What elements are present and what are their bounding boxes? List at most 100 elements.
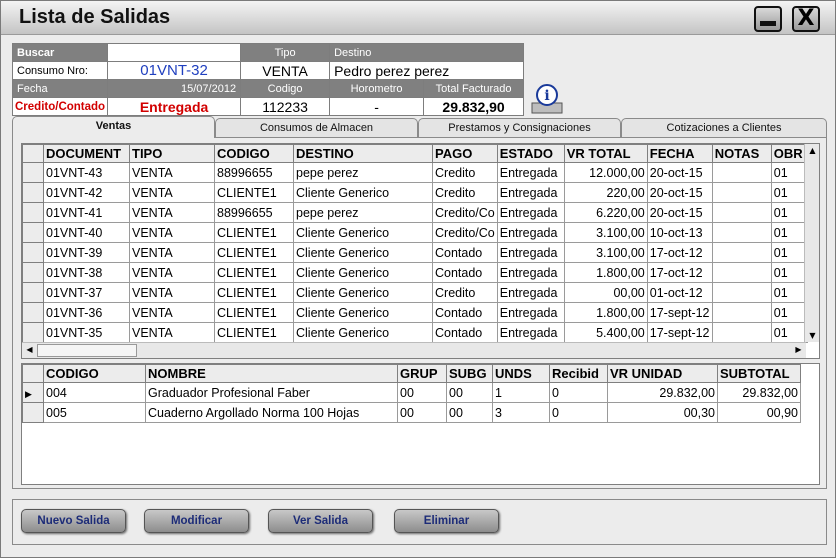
row-selector[interactable]	[22, 182, 44, 203]
table-cell: 17-oct-12	[646, 242, 713, 263]
table-cell: Entregada	[496, 162, 565, 183]
close-button[interactable]: X	[792, 6, 820, 32]
table-cell: CLIENTE1	[214, 302, 294, 323]
salidas-vertical-scrollbar[interactable]: ▲ ▼	[804, 144, 819, 342]
ver-salida-button[interactable]: Ver Salida	[268, 509, 373, 533]
row-selector[interactable]	[22, 402, 44, 423]
scroll-down-icon[interactable]: ▼	[805, 331, 819, 340]
table-row[interactable]: 01VNT-41 VENTA 88996655 pepe perez Credito/C…	[22, 202, 808, 223]
modificar-button[interactable]: Modificar	[144, 509, 249, 533]
scroll-up-icon[interactable]: ▲	[805, 146, 819, 155]
table-cell: 004	[43, 382, 146, 403]
row-selector[interactable]	[22, 242, 44, 263]
row-selector[interactable]	[22, 322, 44, 343]
table-row[interactable]: 01VNT-39 VENTA CLIENTE1 Cliente Generico Con…	[22, 242, 808, 263]
table-cell	[711, 222, 772, 243]
table-cell: Cliente Generico	[293, 282, 433, 303]
table-cell: 01VNT-36	[43, 302, 130, 323]
table-cell: 01VNT-39	[43, 242, 130, 263]
table-row[interactable]: ▶ 004 Graduador Profesional Faber 00 00 1 0 29.…	[22, 382, 801, 403]
table-row[interactable]: 01VNT-43 VENTA 88996655 pepe perez Credito En…	[22, 162, 808, 183]
table-row[interactable]: 01VNT-36 VENTA CLIENTE1 Cliente Generico Con…	[22, 302, 808, 323]
column-header-unds[interactable]: UNDS	[492, 364, 550, 383]
column-header-nombre[interactable]: NOMBRE	[145, 364, 398, 383]
table-cell: 6.220,00	[563, 202, 648, 223]
table-cell: Credito/Co	[432, 222, 498, 243]
table-cell: 3.100,00	[563, 222, 648, 243]
tab-ventas[interactable]: Ventas	[12, 116, 215, 138]
column-header-subtotal[interactable]: SUBTOTAL	[717, 364, 801, 383]
table-cell: VENTA	[129, 262, 215, 283]
column-header-codigo[interactable]: CODIGO	[43, 364, 146, 383]
destino-label: Destino	[329, 43, 525, 62]
table-cell: Credito/Co	[432, 202, 498, 223]
table-cell	[711, 262, 772, 283]
estado-value: Entregada	[107, 97, 242, 116]
table-cell: 01VNT-43	[43, 162, 130, 183]
tipo-label: Tipo	[240, 43, 331, 62]
column-header-vr-unidad[interactable]: VR UNIDAD	[607, 364, 718, 383]
row-selector[interactable]	[22, 262, 44, 283]
items-grid[interactable]: CODIGO NOMBRE GRUP SUBG UNDS Recibid VR UNIDAD…	[21, 363, 820, 485]
svg-text:i: i	[544, 88, 549, 104]
salidas-grid[interactable]: DOCUMENT TIPO CODIGO DESTINO PAGO ESTADO VR TO…	[21, 143, 820, 359]
app-window: Lista de Salidas X Buscar Tipo Destino C…	[0, 0, 836, 558]
tab-cotizaciones-clientes[interactable]: Cotizaciones a Clientes	[621, 118, 827, 138]
column-header-destino[interactable]: DESTINO	[293, 144, 433, 163]
table-cell: 00	[446, 402, 493, 423]
table-cell: 00	[397, 402, 447, 423]
column-header-recibid[interactable]: Recibid	[549, 364, 608, 383]
total-value: 29.832,90	[423, 97, 525, 116]
minimize-button[interactable]	[754, 6, 782, 32]
table-row[interactable]: 01VNT-38 VENTA CLIENTE1 Cliente Generico Con…	[22, 262, 808, 283]
row-selector[interactable]	[22, 282, 44, 303]
column-header-subg[interactable]: SUBG	[446, 364, 493, 383]
tab-prestamos-consignaciones[interactable]: Prestamos y Consignaciones	[418, 118, 621, 138]
salidas-horizontal-scrollbar[interactable]: ◀ ▶	[22, 342, 806, 358]
table-cell: 01	[770, 162, 808, 183]
window-title: Lista de Salidas	[19, 6, 171, 28]
column-header-obr[interactable]: OBR	[770, 144, 808, 163]
table-cell: 12.000,00	[563, 162, 648, 183]
info-icon[interactable]: i	[530, 83, 564, 115]
table-cell	[711, 162, 772, 183]
table-cell: Contado	[432, 302, 498, 323]
tab-consumos-almacen[interactable]: Consumos de Almacen	[215, 118, 418, 138]
table-cell: VENTA	[129, 322, 215, 343]
table-cell: 29.832,00	[717, 382, 801, 403]
row-selector[interactable]	[22, 162, 44, 183]
table-row[interactable]: 005 Cuaderno Argollado Norma 100 Hojas 00 0…	[22, 402, 801, 423]
items-table: CODIGO NOMBRE GRUP SUBG UNDS Recibid VR UNIDAD…	[22, 364, 801, 423]
table-cell: VENTA	[129, 202, 215, 223]
row-selector[interactable]	[22, 202, 44, 223]
table-cell: Contado	[432, 262, 498, 283]
buscar-input[interactable]	[107, 43, 242, 62]
column-header-fecha[interactable]: FECHA	[646, 144, 713, 163]
column-header-pago[interactable]: PAGO	[432, 144, 498, 163]
eliminar-button[interactable]: Eliminar	[394, 509, 499, 533]
column-header-document[interactable]: DOCUMENT	[43, 144, 130, 163]
column-header-notas[interactable]: NOTAS	[711, 144, 772, 163]
table-cell: CLIENTE1	[214, 282, 294, 303]
table-cell: pepe perez	[293, 162, 433, 183]
table-row[interactable]: 01VNT-35 VENTA CLIENTE1 Cliente Generico Con…	[22, 322, 808, 343]
scroll-right-icon[interactable]: ▶	[791, 345, 806, 354]
table-row[interactable]: 01VNT-40 VENTA CLIENTE1 Cliente Generico Cre…	[22, 222, 808, 243]
scroll-thumb[interactable]	[37, 344, 137, 357]
fecha-value: 15/07/2012	[107, 79, 242, 98]
column-header-grup[interactable]: GRUP	[397, 364, 447, 383]
nuevo-salida-button[interactable]: Nuevo Salida	[21, 509, 126, 533]
table-cell: 10-oct-13	[646, 222, 713, 243]
row-selector[interactable]	[22, 222, 44, 243]
row-selector[interactable]: ▶	[22, 382, 44, 403]
column-header-estado[interactable]: ESTADO	[496, 144, 565, 163]
column-header-codigo[interactable]: CODIGO	[214, 144, 294, 163]
column-header-vr-total[interactable]: VR TOTAL	[563, 144, 648, 163]
scroll-left-icon[interactable]: ◀	[22, 345, 37, 354]
row-selector[interactable]	[22, 302, 44, 323]
codigo-value: 112233	[240, 97, 331, 116]
table-cell: Entregada	[496, 222, 565, 243]
table-row[interactable]: 01VNT-37 VENTA CLIENTE1 Cliente Generico Cre…	[22, 282, 808, 303]
table-row[interactable]: 01VNT-42 VENTA CLIENTE1 Cliente Generico Cre…	[22, 182, 808, 203]
column-header-tipo[interactable]: TIPO	[129, 144, 215, 163]
